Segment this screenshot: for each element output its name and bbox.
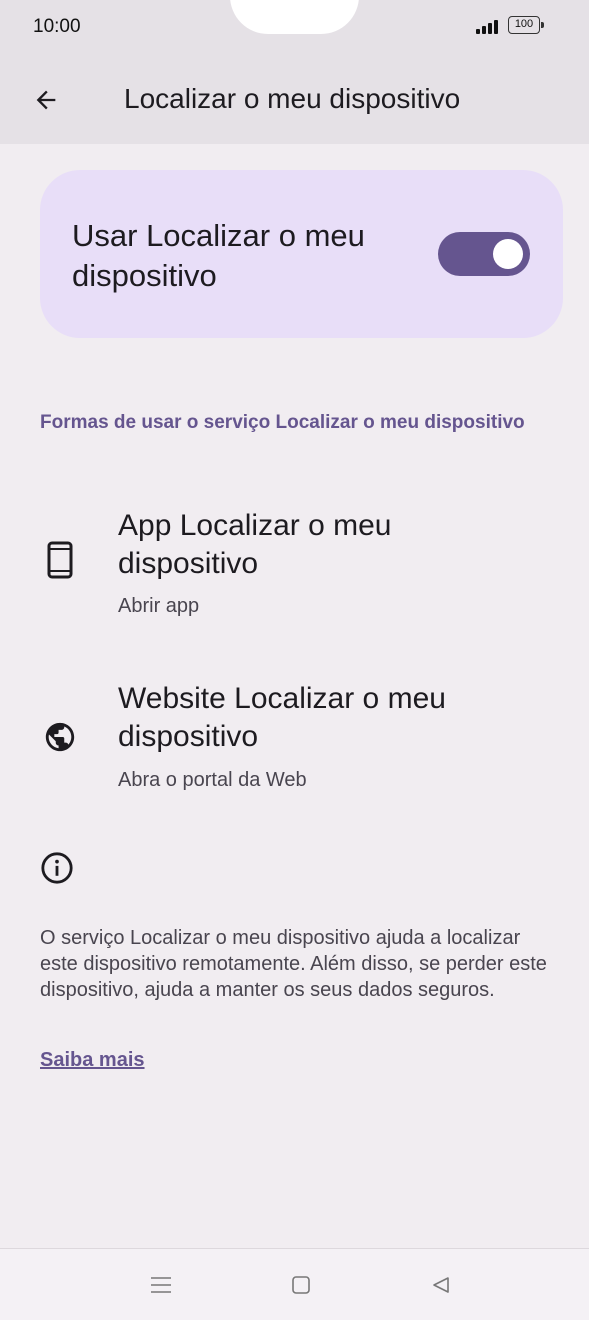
- option-app-title: App Localizar o meu dispositivo: [118, 509, 392, 580]
- status-time: 10:00: [33, 16, 81, 37]
- globe-icon: [40, 717, 80, 757]
- option-website-subtitle: Abra o portal da Web: [118, 769, 307, 791]
- home-button[interactable]: [281, 1265, 321, 1305]
- switch-thumb: [493, 239, 523, 269]
- phone-icon: [40, 540, 80, 580]
- system-nav-bar: [0, 1248, 589, 1320]
- section-header: Formas de usar o serviço Localizar o meu…: [40, 412, 525, 433]
- page-title: Localizar o meu dispositivo: [124, 83, 461, 114]
- back-arrow-icon: [36, 90, 56, 110]
- option-website[interactable]: Website Localizar o meu dispositivo Abra…: [0, 673, 589, 803]
- option-website-title: Website Localizar o meu dispositivo: [118, 682, 446, 753]
- battery-icon: 100: [508, 16, 544, 34]
- option-app[interactable]: App Localizar o meu dispositivo Abrir ap…: [0, 500, 589, 630]
- triangle-back-icon: [433, 1277, 449, 1293]
- menu-lines-icon: [151, 1277, 171, 1293]
- app-bar: Localizar o meu dispositivo: [0, 60, 589, 144]
- square-icon: [292, 1276, 310, 1294]
- option-app-subtitle: Abrir app: [118, 595, 200, 617]
- back-nav-button[interactable]: [421, 1265, 461, 1305]
- info-description: O serviço Localizar o meu dispositivo aj…: [40, 927, 547, 1001]
- battery-level: 100: [514, 18, 534, 30]
- toggle-label: Usar Localizar o meu dispositivo: [72, 218, 365, 293]
- info-icon: [40, 851, 74, 885]
- camera-notch: [230, 0, 359, 34]
- signal-icon: [476, 20, 500, 34]
- recents-button[interactable]: [141, 1265, 181, 1305]
- learn-more-link[interactable]: Saiba mais: [40, 1049, 145, 1072]
- use-find-my-device-switch[interactable]: [438, 232, 530, 276]
- use-find-my-device-toggle-card[interactable]: Usar Localizar o meu dispositivo: [40, 170, 563, 338]
- status-bar: 10:00 100: [0, 0, 589, 60]
- back-button[interactable]: [22, 76, 70, 124]
